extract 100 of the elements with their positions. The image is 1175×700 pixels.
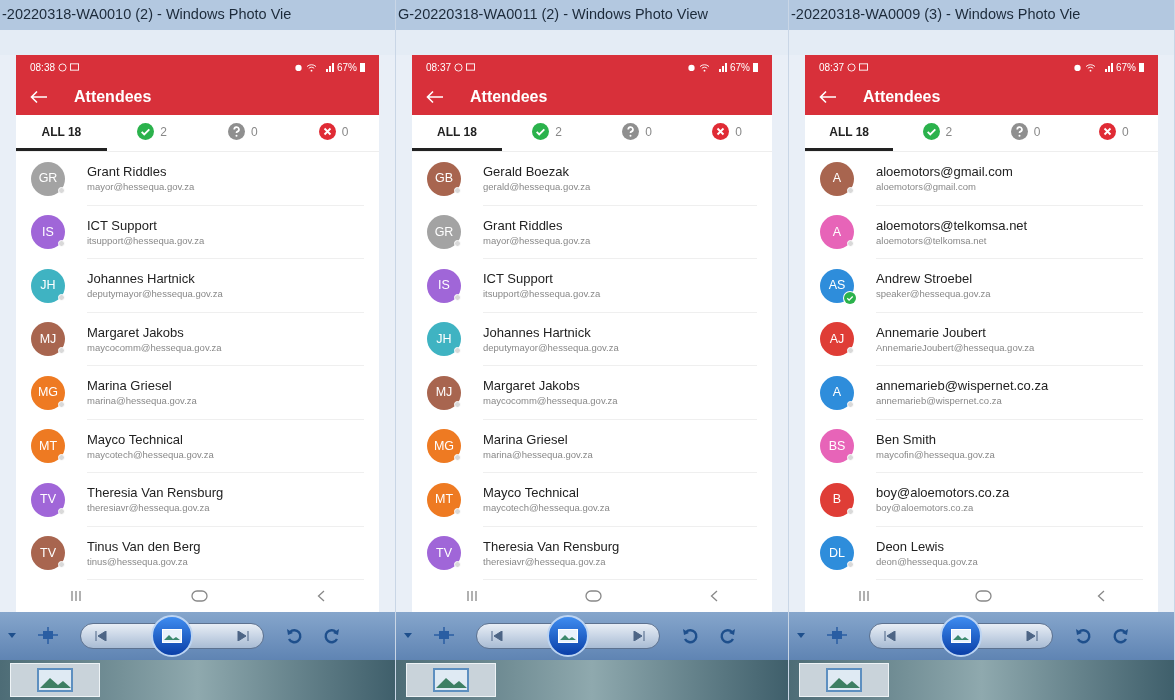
slideshow-icon[interactable] (434, 627, 454, 645)
attendee-name: Theresia Van Rensburg (87, 484, 225, 502)
recent-apps-icon[interactable] (857, 590, 870, 602)
attendee-row[interactable]: JH Johannes Hartnick deputymayor@hessequa.gov.za (412, 312, 772, 366)
attendee-row[interactable]: AJ Annemarie Joubert AnnemarieJoubert@hessequa.gov.za (805, 312, 1158, 366)
caret-icon[interactable] (404, 633, 412, 639)
attendee-row[interactable]: GR Grant Riddles mayor@hessequa.gov.za (16, 152, 379, 206)
avatar-initials: MG (433, 437, 455, 455)
rotate-right-icon[interactable] (324, 628, 340, 644)
attendee-email: aloemotors@telkomsa.net (876, 233, 988, 247)
attendee-row[interactable]: BS Ben Smith maycofin@hessequa.gov.za (805, 419, 1158, 473)
battery-percent: 67% (1116, 60, 1136, 75)
slideshow-icon[interactable] (38, 627, 58, 645)
slideshow-icon[interactable] (827, 627, 847, 645)
attendee-row[interactable]: DL Deon Lewis deon@hessequa.gov.za (805, 526, 1158, 580)
attendee-name: Grant Riddles (483, 216, 564, 234)
accepted-check-icon (844, 291, 856, 304)
clock-text: 08:38 (30, 60, 56, 75)
attendee-row[interactable]: MT Mayco Technical maycotech@hessequa.gov.za (412, 473, 772, 527)
filter-tab[interactable]: 0 (197, 115, 289, 151)
avatar-initials: MJ (435, 384, 453, 402)
home-icon[interactable] (585, 590, 603, 602)
alarm-icon (294, 62, 303, 72)
attendee-row[interactable]: IS ICT Support itsupport@hessequa.gov.za (412, 259, 772, 313)
view-picture-button[interactable] (940, 615, 982, 657)
attendee-row[interactable]: B boy@aloemotors.co.za boy@aloemotors.co.za (805, 473, 1158, 527)
rotate-right-icon[interactable] (1113, 628, 1129, 644)
back-arrow-icon[interactable] (819, 90, 837, 104)
filter-tab[interactable]: ALL 18 (805, 115, 894, 151)
attendee-row[interactable]: TV Theresia Van Rensburg theresiavr@hessequa.gov.za (16, 473, 379, 527)
filter-tab[interactable]: 2 (106, 115, 198, 151)
avatar-initials: GB (434, 170, 454, 188)
back-arrow-icon[interactable] (426, 90, 444, 104)
filter-tab[interactable]: 2 (893, 115, 982, 151)
attendee-email: marina@hessequa.gov.za (87, 394, 198, 408)
attendee-email: AnnemarieJoubert@hessequa.gov.za (876, 340, 1036, 354)
attendee-row[interactable]: JH Johannes Hartnick deputymayor@hessequa.gov.za (16, 259, 379, 313)
taskbar-app-button[interactable] (799, 663, 889, 697)
filter-tab[interactable]: 0 (981, 115, 1070, 151)
battery-icon (360, 62, 365, 72)
alarm-icon (687, 62, 696, 72)
attendee-row[interactable]: A aloemotors@gmail.com aloemotors@gmail.com (805, 152, 1158, 206)
filter-tab[interactable]: 2 (502, 115, 592, 151)
battery-percent: 67% (337, 60, 357, 75)
attendee-row[interactable]: TV Theresia Van Rensburg theresiavr@hessequa.gov.za (412, 526, 772, 580)
attendee-email: maycocomm@hessequa.gov.za (87, 340, 223, 354)
filter-tab[interactable]: 0 (682, 115, 772, 151)
filter-tab[interactable]: ALL 18 (16, 115, 107, 151)
home-icon[interactable] (191, 590, 208, 602)
attendee-row[interactable]: MG Marina Griesel marina@hessequa.gov.za (16, 366, 379, 420)
caret-icon[interactable] (797, 633, 805, 639)
attendee-name: Johannes Hartnick (483, 323, 592, 341)
rotate-left-icon[interactable] (682, 628, 698, 644)
attendee-email: gerald@hessequa.gov.za (483, 180, 592, 194)
back-arrow-icon[interactable] (30, 90, 48, 104)
back-icon[interactable] (710, 590, 719, 602)
recent-apps-icon[interactable] (70, 590, 83, 602)
battery-percent: 67% (730, 60, 750, 75)
attendee-row[interactable]: MG Marina Griesel marina@hessequa.gov.za (412, 419, 772, 473)
attendee-row[interactable]: IS ICT Support itsupport@hessequa.gov.za (16, 205, 379, 259)
rotate-left-icon[interactable] (286, 628, 302, 644)
avatar-initials: MT (434, 491, 454, 509)
message-icon (859, 63, 869, 71)
question-circle-icon (622, 123, 640, 140)
filter-tab[interactable]: 0 (288, 115, 379, 151)
screen-title: Attendees (470, 87, 548, 107)
clock-text: 08:37 (819, 60, 845, 75)
filter-tab[interactable]: 0 (592, 115, 682, 151)
attendee-row[interactable]: MT Mayco Technical maycotech@hessequa.gov.za (16, 419, 379, 473)
attendee-name: Gerald Boezak (483, 163, 570, 181)
attendee-row[interactable]: GR Grant Riddles mayor@hessequa.gov.za (412, 205, 772, 259)
taskbar-app-button[interactable] (406, 663, 496, 697)
avatar-initials: A (832, 384, 842, 402)
attendee-row[interactable]: GB Gerald Boezak gerald@hessequa.gov.za (412, 152, 772, 206)
attendee-row[interactable]: MJ Margaret Jakobs maycocomm@hessequa.gov.za (16, 312, 379, 366)
back-icon[interactable] (1097, 590, 1106, 602)
attendee-row[interactable]: TV Tinus Van den Berg tinus@hessequa.gov.za (16, 526, 379, 580)
attendee-row[interactable]: A annemarieb@wispernet.co.za annemarieb@wispernet.co.za (805, 366, 1158, 420)
attendee-row[interactable]: A aloemotors@telkomsa.net aloemotors@telkomsa.net (805, 205, 1158, 259)
recent-apps-icon[interactable] (465, 590, 478, 602)
attendee-name: aloemotors@gmail.com (876, 163, 1014, 181)
view-picture-button[interactable] (547, 615, 589, 657)
attendee-email: mayor@hessequa.gov.za (483, 233, 592, 247)
attendee-row[interactable]: AS Andrew Stroebel speaker@hessequa.gov.za (805, 259, 1158, 313)
taskbar-app-button[interactable] (10, 663, 100, 697)
attendee-name: Mayco Technical (87, 430, 184, 448)
caret-icon[interactable] (8, 633, 16, 639)
attendee-name: aloemotors@telkomsa.net (876, 216, 1029, 234)
avatar-initials: MT (38, 437, 58, 455)
filter-tab[interactable]: ALL 18 (412, 115, 502, 151)
rotate-right-icon[interactable] (720, 628, 736, 644)
message-icon (70, 63, 80, 71)
avatar-initials: JH (40, 277, 56, 295)
attendee-row[interactable]: MJ Margaret Jakobs maycocomm@hessequa.gov.za (412, 366, 772, 420)
avatar-initials: A (832, 223, 842, 241)
filter-tab[interactable]: 0 (1069, 115, 1158, 151)
back-icon[interactable] (316, 590, 325, 602)
view-picture-button[interactable] (151, 615, 193, 657)
rotate-left-icon[interactable] (1075, 628, 1091, 644)
home-icon[interactable] (975, 590, 992, 602)
